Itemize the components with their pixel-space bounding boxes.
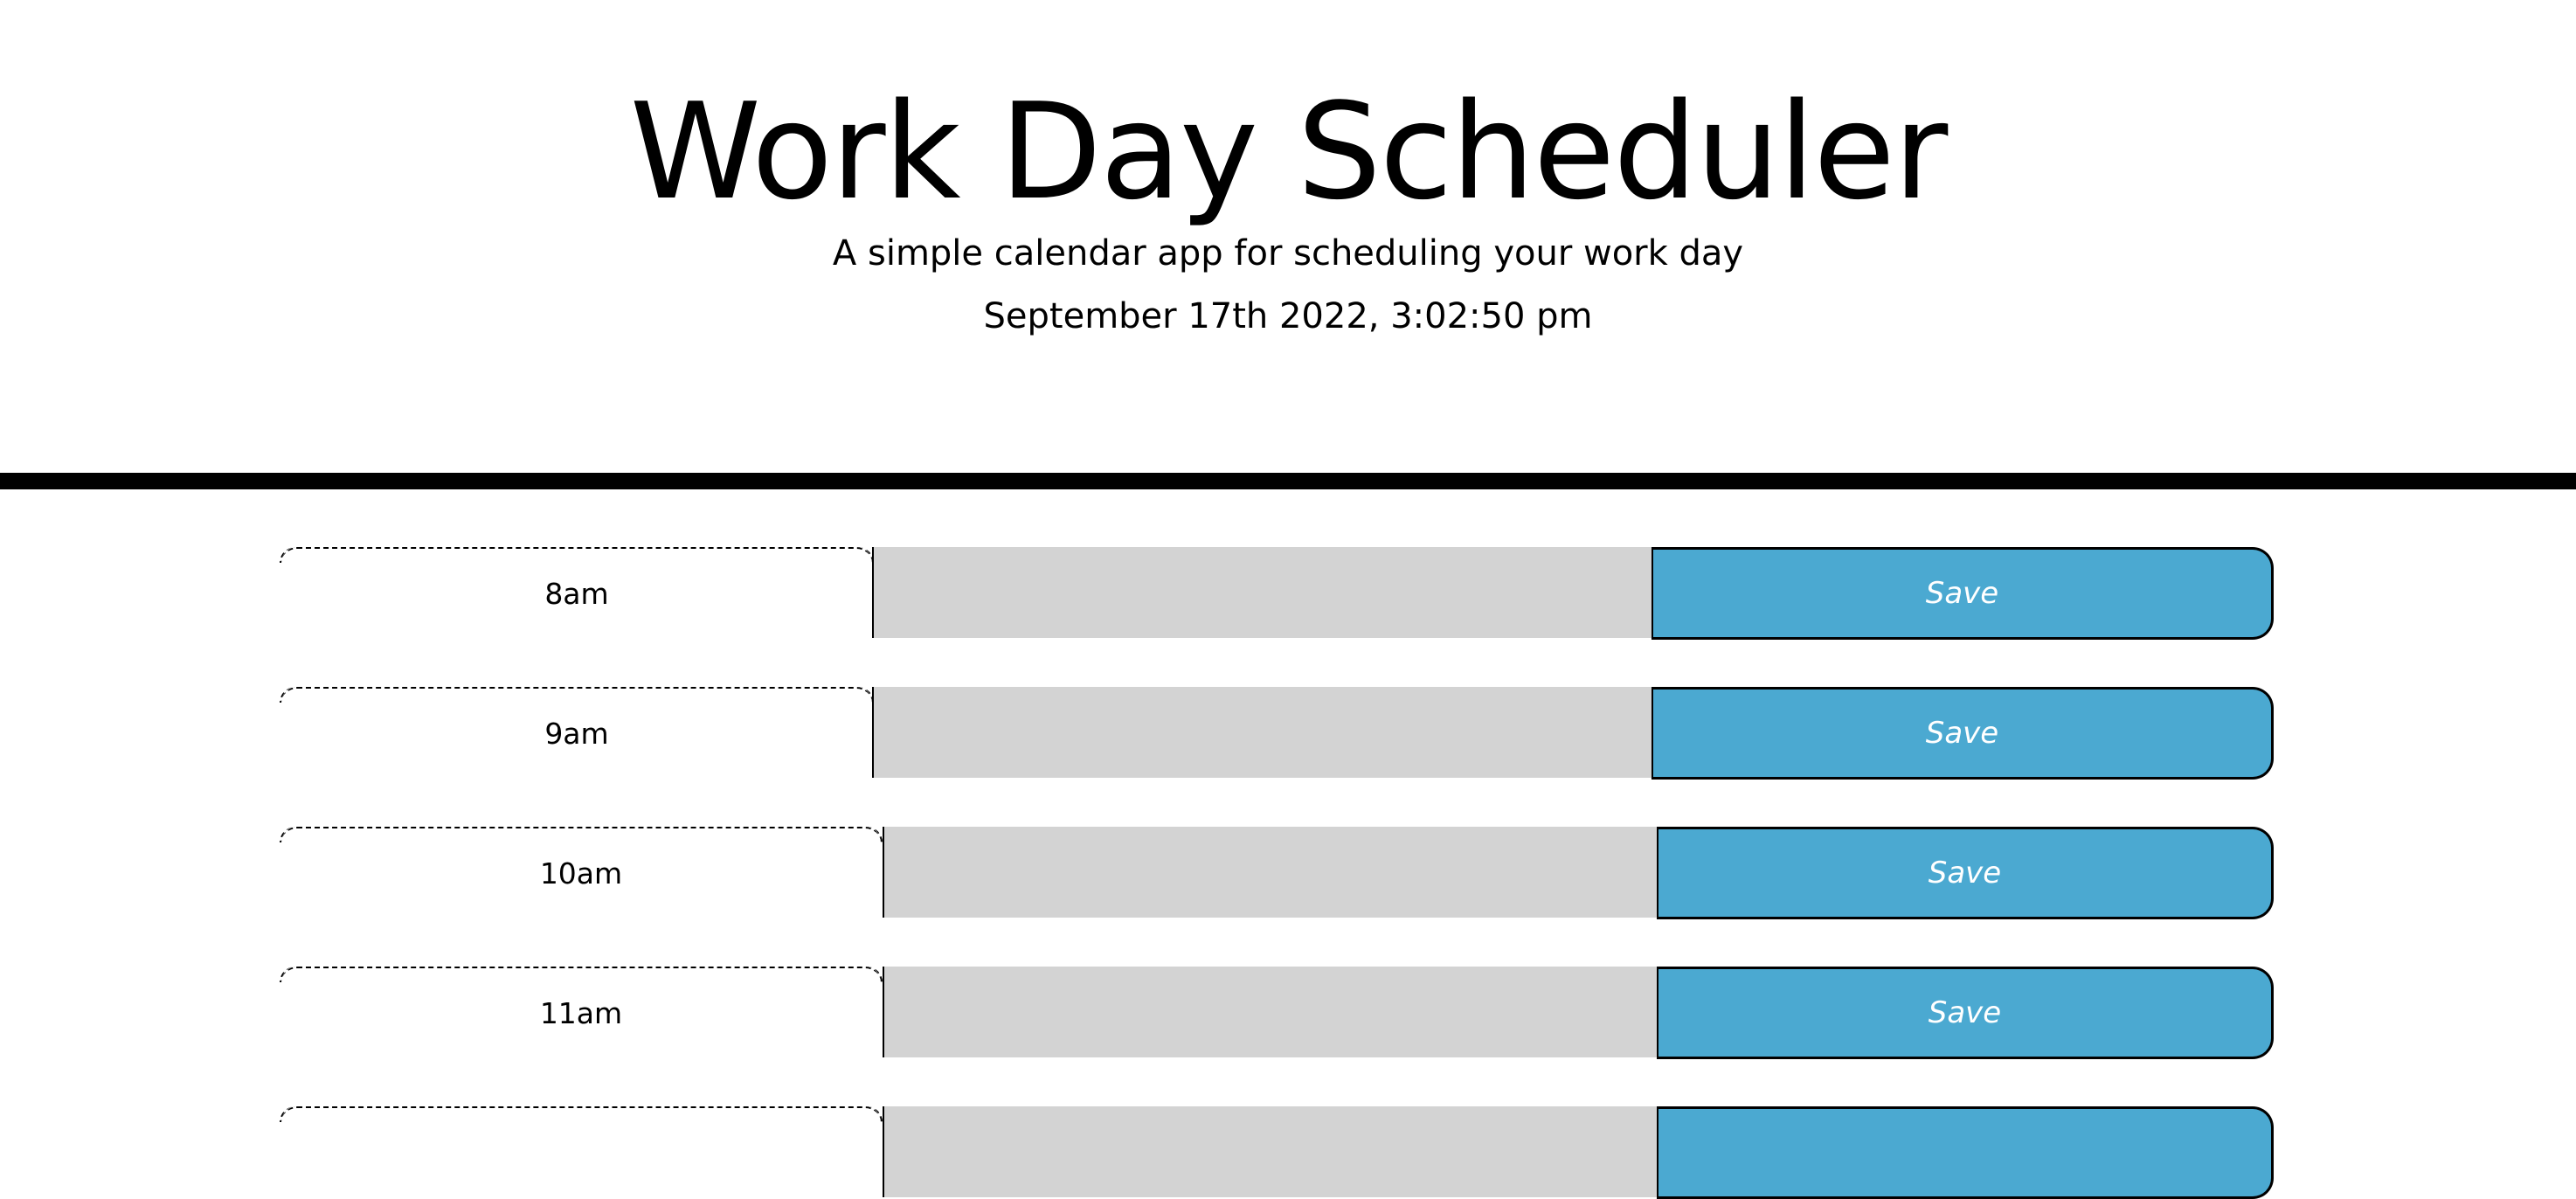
time-block-row: 11am Save — [0, 967, 2576, 1059]
time-block-row: 8am Save — [0, 547, 2576, 640]
event-description-input[interactable] — [872, 687, 1653, 778]
time-block-row: 10am Save — [0, 827, 2576, 919]
page-subtitle: A simple calendar app for scheduling you… — [832, 233, 1744, 274]
hour-label: 8am — [280, 547, 874, 638]
event-description-input[interactable] — [883, 967, 1658, 1057]
event-description-input[interactable] — [883, 1106, 1658, 1197]
time-block-row — [0, 1106, 2576, 1199]
save-button[interactable]: Save — [1657, 827, 2274, 919]
hour-label: 11am — [280, 967, 883, 1057]
header: Work Day Scheduler A simple calendar app… — [0, 0, 2576, 472]
save-button[interactable]: Save — [1652, 687, 2274, 780]
save-button[interactable]: Save — [1652, 547, 2274, 640]
save-button[interactable]: Save — [1657, 967, 2274, 1059]
hour-label: 9am — [280, 687, 874, 778]
page-title: Work Day Scheduler — [629, 74, 1949, 229]
event-description-input[interactable] — [883, 827, 1658, 918]
save-button[interactable] — [1657, 1106, 2274, 1199]
hour-label — [280, 1106, 883, 1197]
hour-label: 10am — [280, 827, 883, 918]
event-description-input[interactable] — [872, 547, 1653, 638]
time-block-row: 9am Save — [0, 687, 2576, 780]
header-divider — [0, 473, 2576, 489]
current-day: September 17th 2022, 3:02:50 pm — [983, 296, 1593, 336]
